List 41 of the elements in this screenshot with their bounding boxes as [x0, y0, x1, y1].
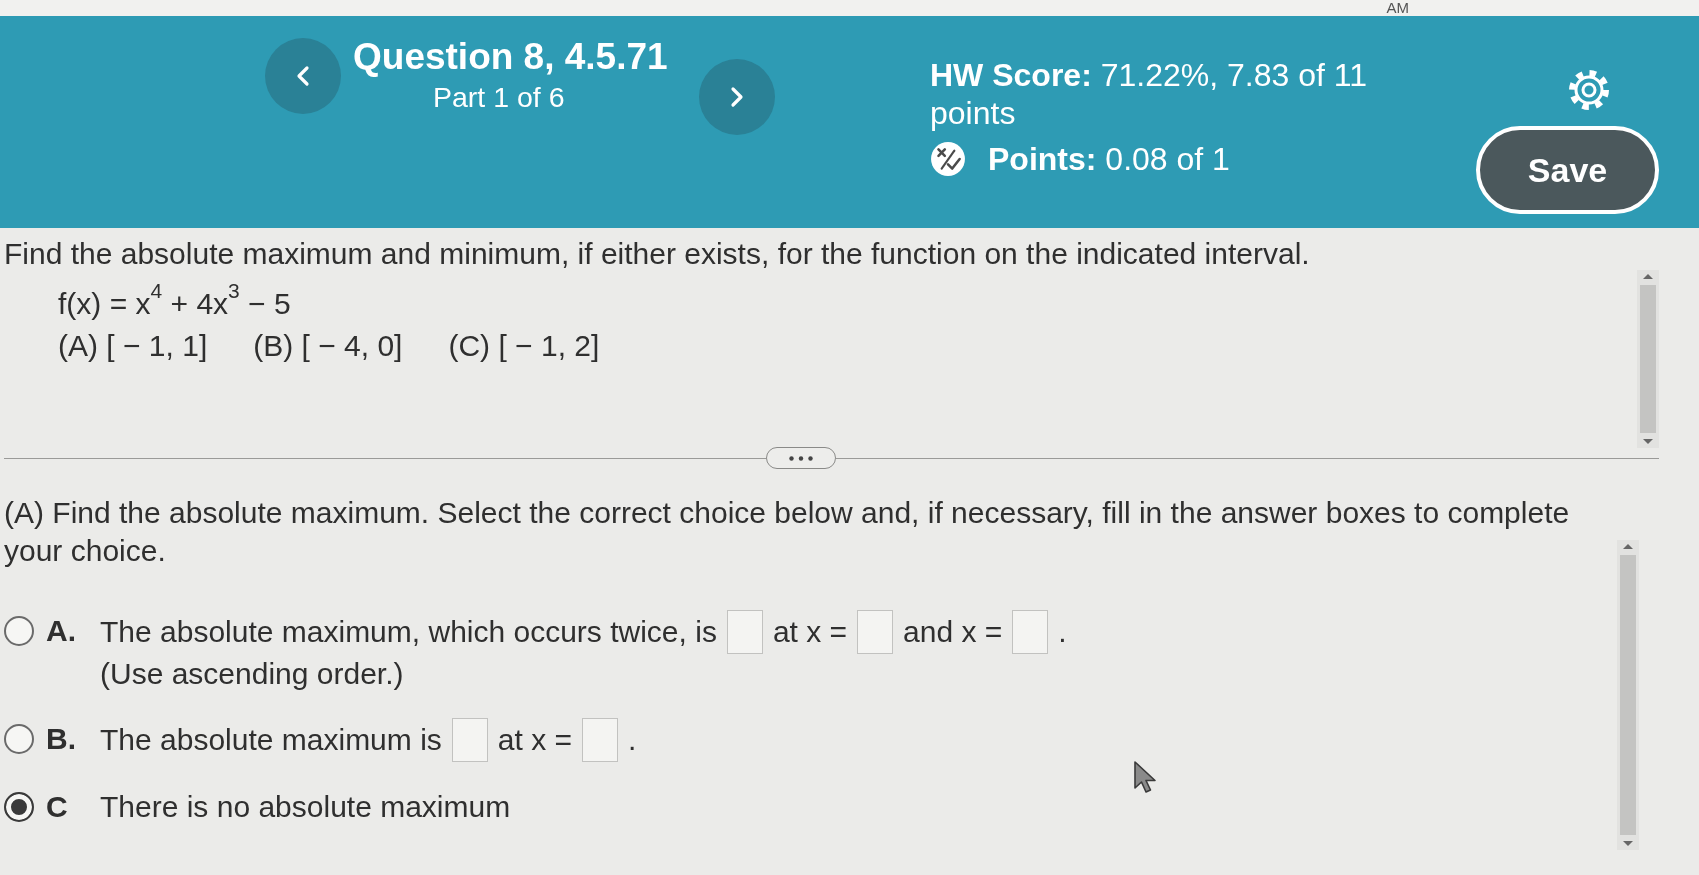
- settings-icon[interactable]: [1567, 68, 1611, 112]
- part-label: Part 1 of 6: [433, 80, 566, 115]
- choice-text: and x =: [903, 614, 1003, 650]
- clock-text: AM: [1386, 0, 1409, 16]
- choice-letter: A.: [46, 613, 77, 649]
- chevron-right-icon: [730, 86, 744, 108]
- radio-button[interactable]: [4, 616, 34, 646]
- function-text: f(x) = x$^{4}$ + 4x$^{3}$ − 5: [58, 286, 291, 322]
- radio-button[interactable]: [4, 724, 34, 754]
- answer-box[interactable]: [582, 718, 618, 762]
- expand-button[interactable]: [766, 447, 836, 469]
- mouse-pointer-icon: [1133, 760, 1159, 794]
- interval-text: (B) [ − 4, 0]: [253, 328, 403, 364]
- points-text: Points: 0.08 of 1: [988, 140, 1230, 178]
- answer-box[interactable]: [1012, 610, 1049, 654]
- radio-button[interactable]: [4, 792, 34, 822]
- question-text: Find the absolute maximum and minimum, if either exists, for the function on the indicated interval.: [4, 236, 1310, 272]
- hw-score-text: HW Score: 71.22%, 7.83 of 11 points: [930, 56, 1368, 132]
- instruction-text: (A) Find the absolute maximum. Select the correct choice below and, if necessary, fill in the answer boxes to complete your choice.: [4, 495, 1571, 569]
- choice-note: (Use ascending order.): [100, 656, 405, 692]
- interval-text: (A) [ − 1, 1]: [58, 328, 208, 364]
- scrollbar[interactable]: [1617, 540, 1639, 850]
- answer-box[interactable]: [451, 718, 488, 762]
- choice-text: The absolute maximum is: [100, 722, 442, 758]
- choice-letter: C: [46, 789, 69, 825]
- x-check-icon: [930, 141, 966, 177]
- save-button[interactable]: Save: [1476, 126, 1659, 214]
- interval-text: (C) [ − 1, 2]: [448, 328, 600, 364]
- answer-box[interactable]: [857, 610, 894, 654]
- ellipsis-icon: [789, 455, 813, 461]
- scrollbar[interactable]: [1637, 270, 1659, 448]
- choice-text: The absolute maximum, which occurs twice, is: [100, 614, 717, 650]
- choice-text: .: [1058, 614, 1067, 650]
- chevron-left-icon: [296, 65, 310, 87]
- choice-text: There is no absolute maximum: [100, 789, 511, 825]
- choice-text: at x =: [497, 722, 572, 758]
- choice-text: at x =: [772, 614, 848, 650]
- choice-letter: B.: [46, 721, 77, 757]
- choice-text: .: [628, 722, 637, 758]
- question-title: Question 8, 4.5.71: [353, 36, 669, 78]
- answer-box[interactable]: [726, 610, 763, 654]
